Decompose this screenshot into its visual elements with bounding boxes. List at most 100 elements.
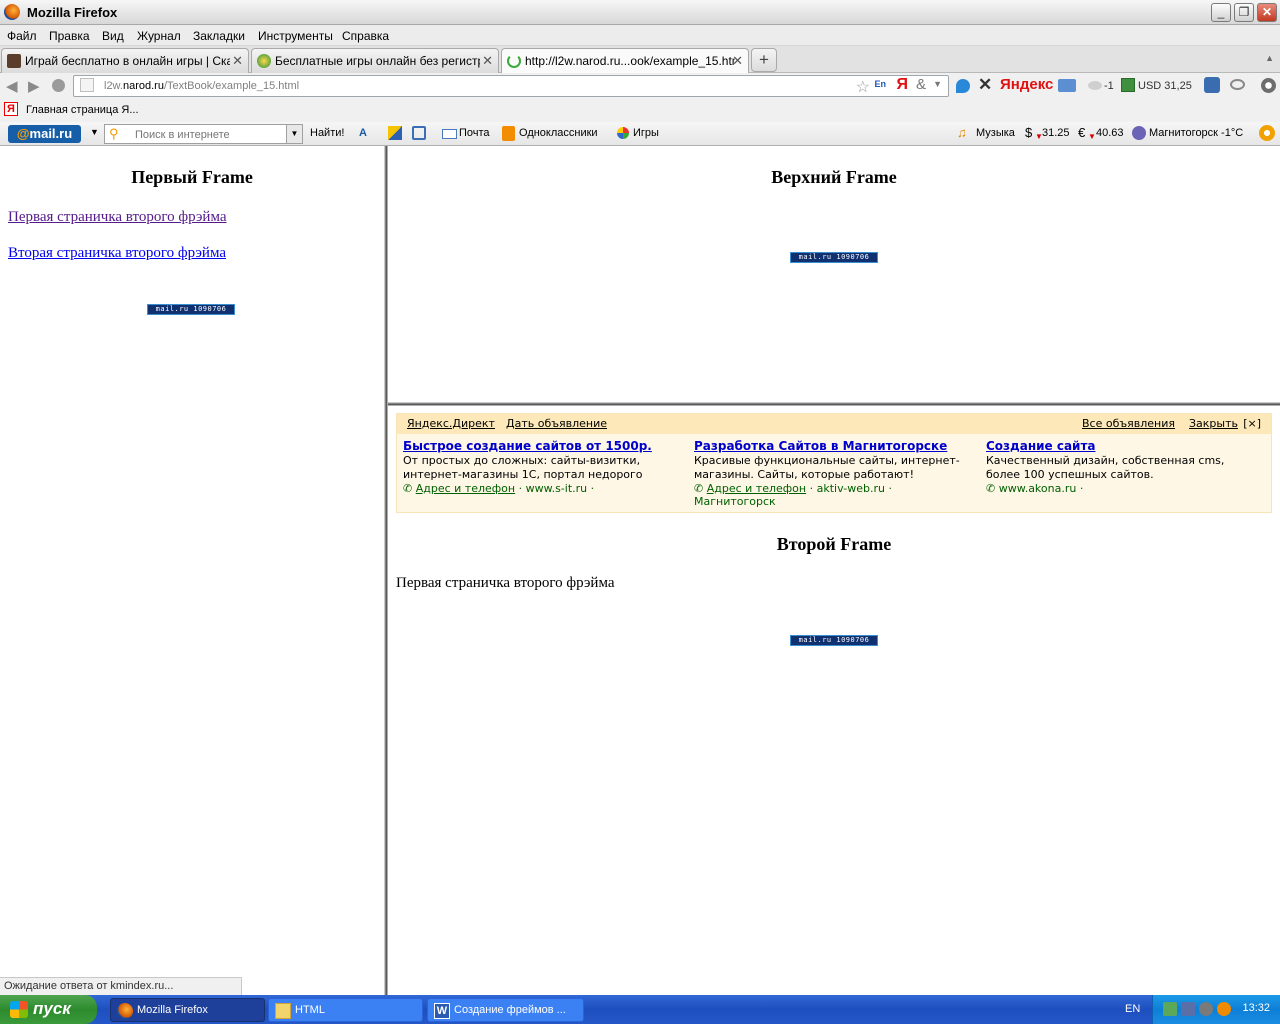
menu-edit[interactable]: Правка [49,29,90,43]
frameset: Первый Frame Первая страничка второго фр… [0,146,1280,995]
ad-title-link[interactable]: Быстрое создание сайтов от 1500р. [403,439,678,453]
settings-gear-icon[interactable] [1259,125,1275,141]
highlighter-icon[interactable] [388,126,402,140]
usd-rate[interactable]: 31.25 [1042,127,1070,139]
second-page-link[interactable]: Вторая страничка второго фрэйма [8,245,226,262]
tray-app-icon[interactable] [1217,1002,1231,1016]
ad-text: От простых до сложных: сайты-визитки, ин… [403,454,643,481]
tab-close-icon[interactable]: ✕ [732,53,743,69]
search-dropdown-icon[interactable]: ▼ [286,125,302,143]
taskbar-item-label: HTML [295,1004,325,1016]
new-tab-button[interactable]: + [751,48,777,72]
start-button[interactable]: пуск [0,995,97,1024]
url-text[interactable]: l2w.narod.ru/TextBook/example_15.html [104,80,299,92]
ad-title-link[interactable]: Создание сайта [986,439,1261,453]
tab-close-icon[interactable]: ✕ [232,53,243,69]
music-note-icon: ♫ [957,125,967,140]
back-button[interactable]: ◀ [6,77,18,95]
tray-speaker-icon[interactable] [1199,1002,1213,1016]
tray-network-icon[interactable] [1163,1002,1177,1016]
mail-icon[interactable] [1058,79,1076,92]
tab-scroll-arrow-icon[interactable]: ▲ [1265,53,1274,63]
loading-spinner-icon [507,54,521,68]
mailru-counter[interactable]: mail.ru 1090706 [790,635,878,646]
globe-icon [257,54,271,68]
taskbar-item-word[interactable]: W Создание фреймов ... [427,998,584,1022]
mailru-search[interactable]: ⚲ ▼ [104,124,303,144]
minimize-button[interactable]: _ [1211,3,1231,22]
screenshot-icon[interactable] [412,126,426,140]
menu-tools[interactable]: Инструменты [258,29,333,43]
post-ad-link[interactable]: Дать объявление [506,417,607,430]
menu-bar: Файл Правка Вид Журнал Закладки Инструме… [0,25,1280,46]
stop-button[interactable]: ✕ [978,75,992,95]
forward-button[interactable]: ▶ [28,77,40,95]
tab-close-icon[interactable]: ✕ [482,53,493,69]
logo-dropdown-icon[interactable]: ▼ [90,127,99,137]
font-size-icon[interactable]: A [359,127,367,139]
gear-icon[interactable] [1261,78,1276,93]
first-page-link[interactable]: Первая страничка второго фрэйма [8,209,227,226]
odnoklassniki-link[interactable]: Одноклассники [519,127,598,139]
extension-icon[interactable] [1204,77,1220,93]
tab-example-15[interactable]: http://l2w.narod.ru...ook/example_15.htm… [501,48,749,74]
search-input[interactable] [135,127,285,142]
close-ads-link[interactable]: Закрыть [1189,417,1238,430]
menu-bookmarks[interactable]: Закладки [193,29,245,43]
tab-games-2[interactable]: Бесплатные игры онлайн без регистра... ✕ [251,48,499,73]
menu-view[interactable]: Вид [102,29,124,43]
mail-link[interactable]: Почта [459,127,490,139]
system-tray: 13:32 [1152,995,1280,1024]
vertical-frame-splitter[interactable] [384,146,388,995]
games-link[interactable]: Игры [633,127,659,139]
identity-icon[interactable] [52,79,65,92]
bookmark-star-icon[interactable]: ☆ [856,77,870,97]
url-dropdown-icon[interactable]: ▼ [933,79,942,89]
taskbar-item-html-folder[interactable]: HTML [268,998,423,1022]
ad-site[interactable]: aktiv-web.ru [817,482,885,495]
mailru-counter[interactable]: mail.ru 1090706 [147,304,235,315]
navigation-bar: ◀ ▶ l2w.narod.ru/TextBook/example_15.htm… [0,73,1280,99]
menu-help[interactable]: Справка [342,29,389,43]
all-ads-link[interactable]: Все объявления [1082,417,1175,430]
yandex-search-icon[interactable]: Я [897,76,909,94]
ad-address-link[interactable]: Адрес и телефон [416,482,515,495]
translate-icon[interactable]: En [874,79,886,89]
window-title-bar[interactable]: Mozilla Firefox _ ❐ ✕ [0,0,1280,25]
clock[interactable]: 13:32 [1242,1002,1270,1014]
menu-file[interactable]: Файл [7,29,37,43]
taskbar-item-firefox[interactable]: Mozilla Firefox [110,998,265,1022]
close-window-button[interactable]: ✕ [1257,3,1277,22]
weather-link[interactable]: Магнитогорск -1°C [1149,127,1243,139]
ad-address-link[interactable]: Адрес и телефон [707,482,806,495]
ydirect-header: Яндекс.Директ Дать объявление Все объявл… [397,414,1271,434]
ampersand-icon[interactable]: & [916,76,926,93]
refresh-drop-icon[interactable] [956,79,970,93]
eur-rate[interactable]: 40.63 [1096,127,1124,139]
tray-monitor-icon[interactable] [1181,1002,1195,1016]
ad-site[interactable]: www.akona.ru [999,482,1077,495]
ad-site[interactable]: www.s-it.ru [526,482,588,495]
currency-value[interactable]: USD 31,25 [1138,80,1192,92]
start-label: пуск [33,999,71,1018]
language-indicator[interactable]: EN [1125,1003,1140,1015]
maximize-button[interactable]: ❐ [1234,3,1254,22]
yandex-button[interactable]: Яндекс [1000,76,1053,93]
tab-strip: Играй бесплатно в онлайн игры | Скач... … [0,46,1280,74]
chat-bubble-icon[interactable] [1230,79,1245,90]
horizontal-frame-splitter[interactable] [388,402,1280,406]
ad-title-link[interactable]: Разработка Сайтов в Магнитогорске [694,439,969,453]
menu-history[interactable]: Журнал [137,29,181,43]
close-ads-icon[interactable]: [×] [1243,417,1261,430]
bookmark-yandex-home[interactable]: Главная страница Я... [26,104,139,116]
mailru-logo[interactable]: @mail.ru [8,125,81,143]
find-button[interactable]: Найти! [310,127,344,139]
music-link[interactable]: Музыка [976,127,1015,139]
phone-icon: ✆ [403,482,413,495]
mail-envelope-icon [442,129,457,139]
site-identity-icon [80,78,94,92]
mailru-counter[interactable]: mail.ru 1090706 [790,252,878,263]
url-bar[interactable]: l2w.narod.ru/TextBook/example_15.html ☆ … [73,75,949,97]
tab-games-1[interactable]: Играй бесплатно в онлайн игры | Скач... … [1,48,249,73]
ydirect-brand-link[interactable]: Яндекс.Директ [407,417,495,430]
